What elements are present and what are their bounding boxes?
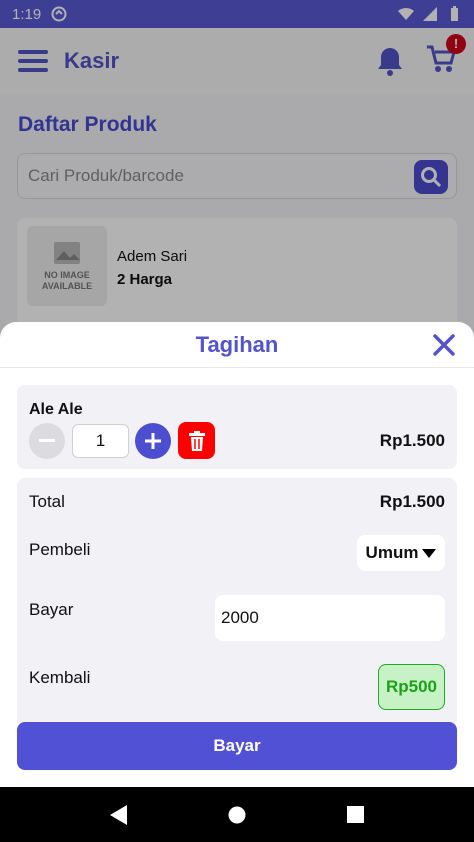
pay-button[interactable]: Bayar bbox=[17, 722, 457, 770]
buyer-label: Pembeli bbox=[29, 540, 91, 559]
buyer-select[interactable]: Umum bbox=[357, 535, 445, 571]
sheet-title: Tagihan bbox=[195, 331, 279, 357]
system-nav-bar bbox=[0, 787, 474, 842]
delete-item-button[interactable] bbox=[178, 422, 215, 459]
cart-item: Ale Ale 1 Rp1.500 bbox=[17, 385, 457, 469]
bill-summary: Total Rp1.500 Pembeli Umum Bayar 2000 Ke… bbox=[17, 478, 457, 728]
home-icon[interactable] bbox=[228, 806, 246, 824]
minus-icon bbox=[39, 439, 55, 442]
item-name: Ale Ale bbox=[29, 401, 83, 418]
change-amount: Rp500 bbox=[378, 664, 445, 710]
recents-icon[interactable] bbox=[346, 806, 364, 823]
increase-qty-button[interactable] bbox=[135, 423, 171, 459]
bill-bottom-sheet: Tagihan Ale Ale 1 Rp1.500 Total Rp1.500 … bbox=[0, 322, 474, 788]
pay-amount-input[interactable]: 2000 bbox=[215, 595, 445, 641]
trash-icon bbox=[188, 430, 205, 451]
back-icon[interactable] bbox=[110, 804, 128, 825]
plus-icon bbox=[145, 433, 161, 449]
close-icon[interactable] bbox=[432, 333, 456, 357]
total-label: Total bbox=[29, 492, 65, 511]
buyer-value: Umum bbox=[365, 543, 419, 562]
decrease-qty-button[interactable] bbox=[29, 423, 65, 459]
caret-down-icon bbox=[422, 548, 437, 558]
sheet-header: Tagihan bbox=[0, 322, 474, 368]
change-label: Kembali bbox=[29, 668, 91, 687]
item-price: Rp1.500 bbox=[379, 431, 445, 450]
pay-label: Bayar bbox=[29, 600, 74, 619]
quantity-field[interactable]: 1 bbox=[72, 424, 129, 458]
total-value: Rp1.500 bbox=[379, 492, 445, 511]
